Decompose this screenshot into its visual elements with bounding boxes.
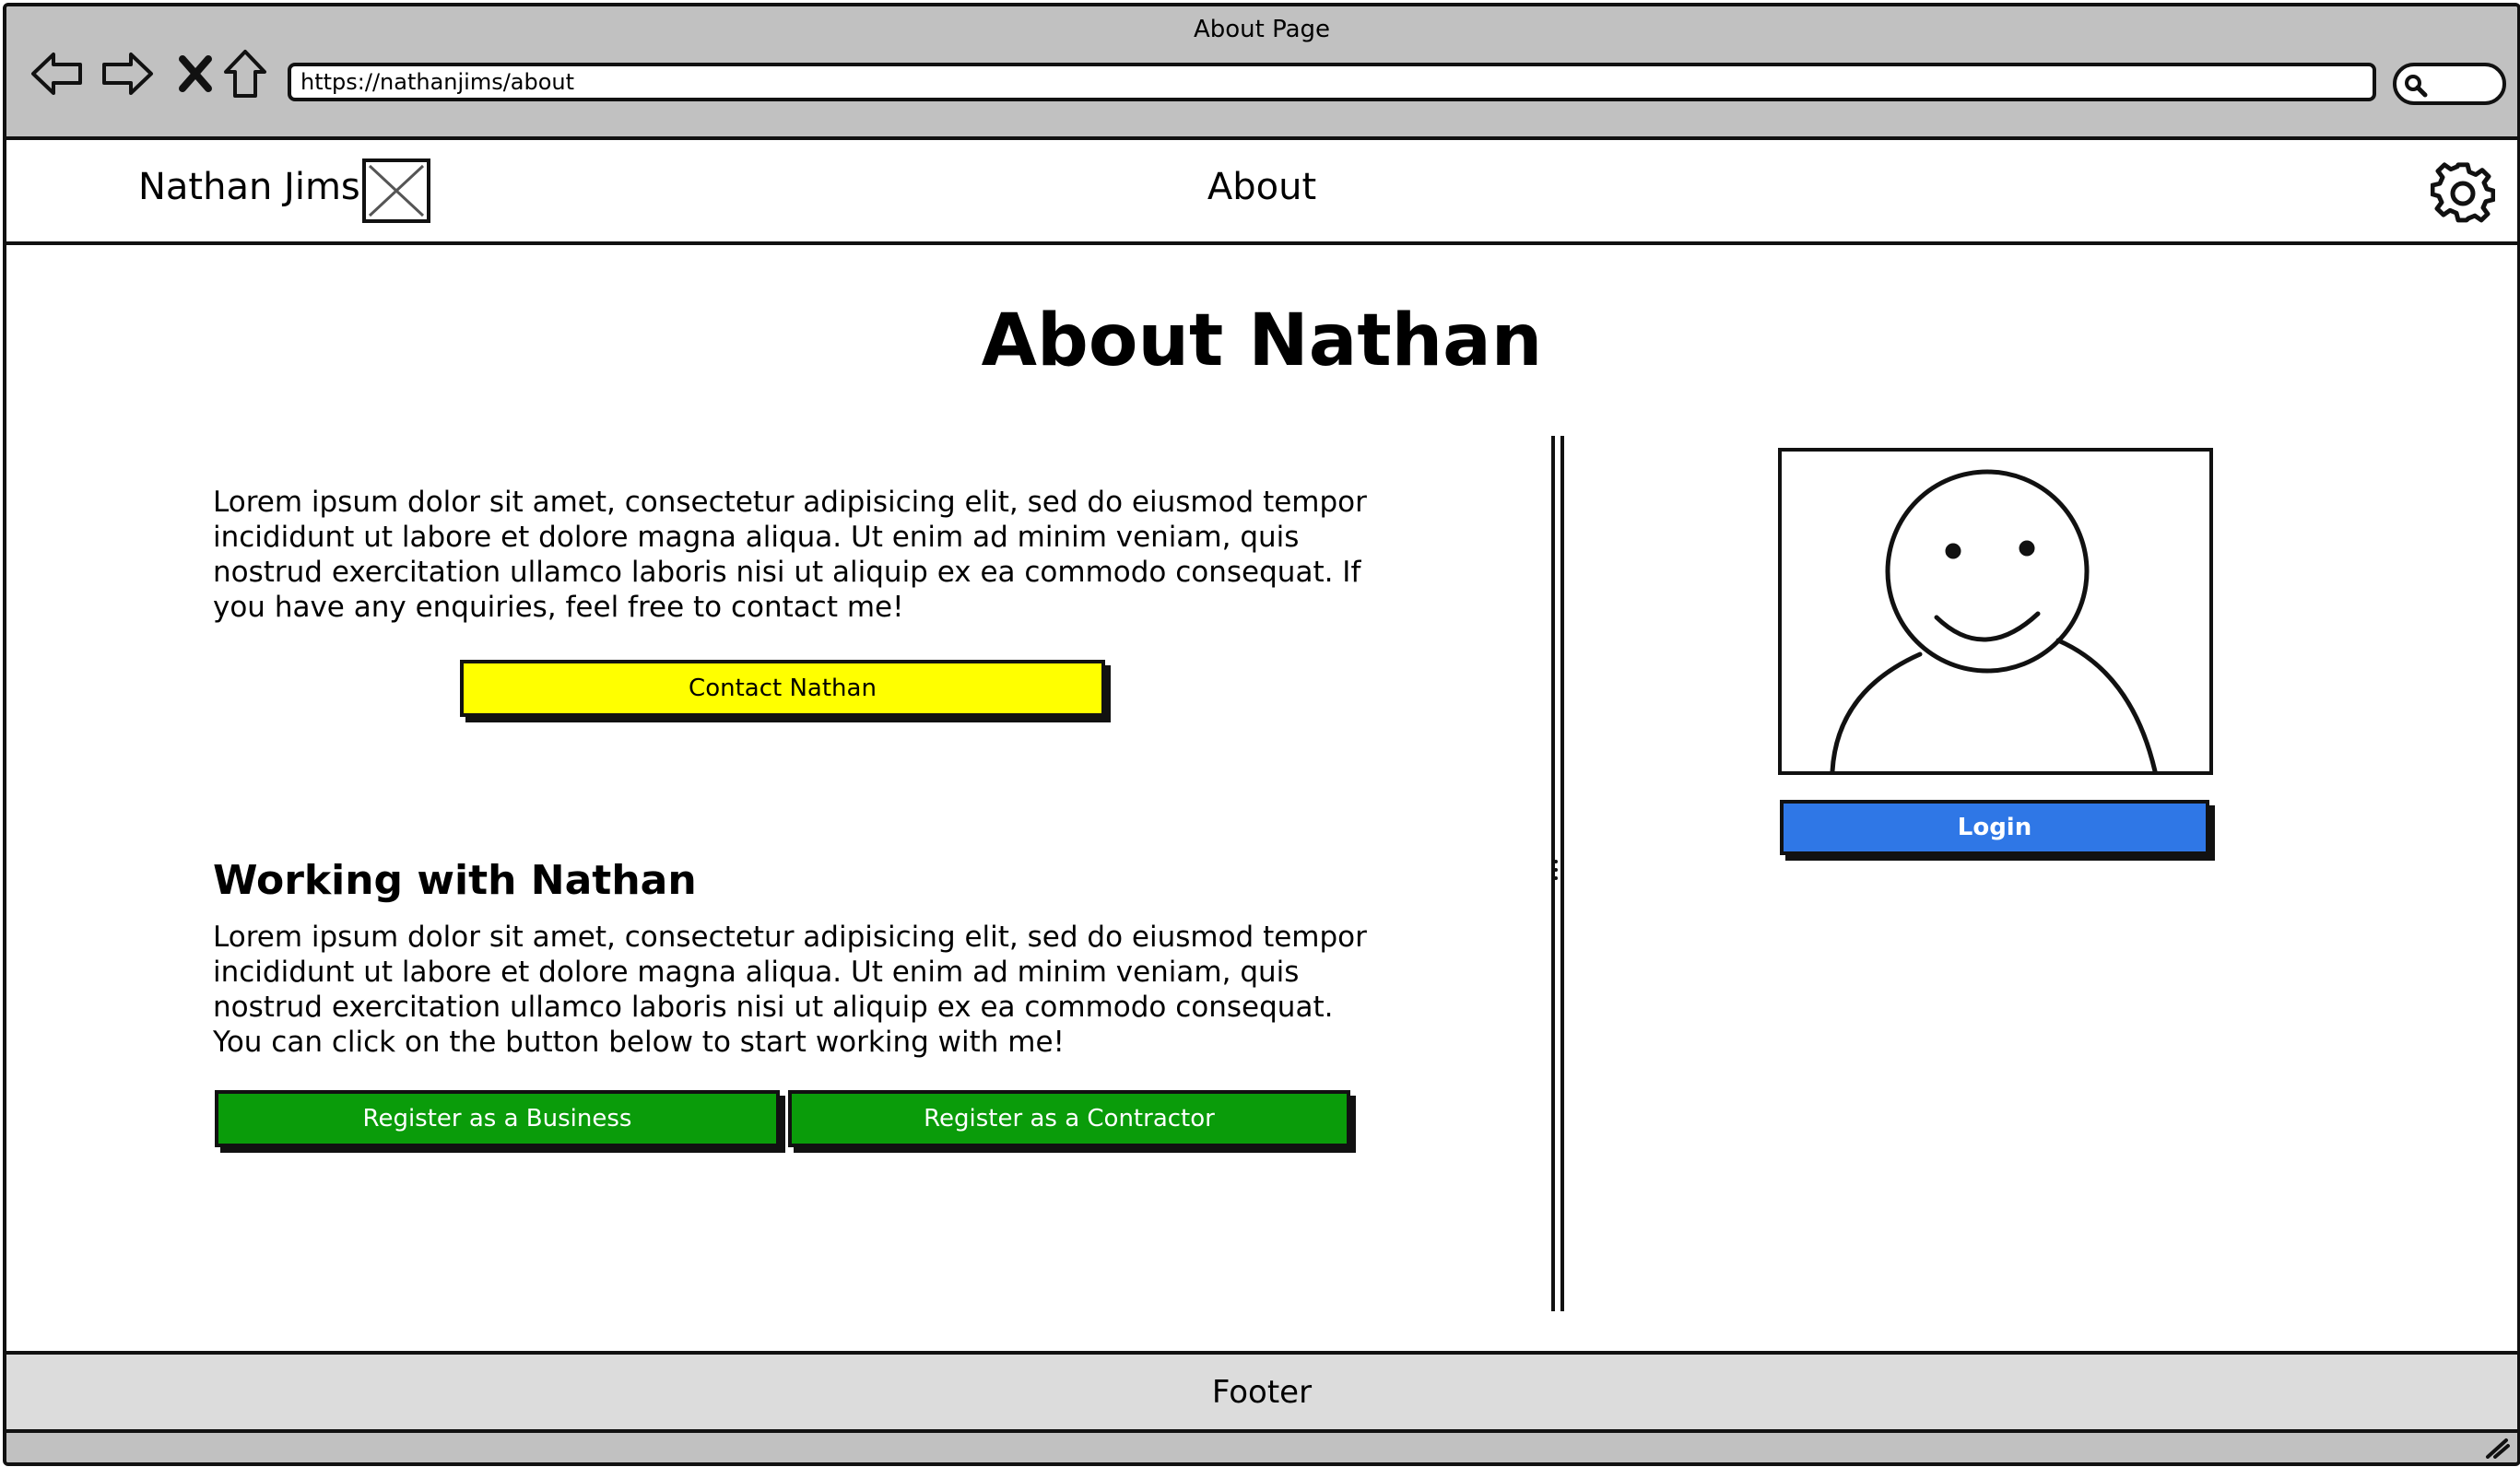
register-contractor-button[interactable]: Register as a Contractor xyxy=(788,1090,1350,1147)
working-paragraph: Lorem ipsum dolor sit amet, consectetur … xyxy=(213,921,1367,1059)
site-header: Nathan Jims About xyxy=(6,140,2517,245)
gear-icon[interactable] xyxy=(2431,161,2495,226)
intro-paragraph: Lorem ipsum dolor sit amet, consectetur … xyxy=(213,486,1367,624)
forward-arrow-icon[interactable] xyxy=(97,43,158,104)
splitter-grip-icon[interactable] xyxy=(1554,860,1558,885)
browser-search-field[interactable] xyxy=(2393,63,2506,105)
login-button[interactable]: Login xyxy=(1780,800,2209,855)
register-business-button[interactable]: Register as a Business xyxy=(215,1090,780,1147)
footer: Footer xyxy=(6,1351,2517,1433)
url-bar[interactable]: https://nathanjims/about xyxy=(288,63,2376,101)
browser-chrome: About Page https://nathanjims/about xyxy=(6,6,2517,140)
status-bar xyxy=(6,1433,2517,1462)
person-avatar-icon xyxy=(1778,448,2213,775)
footer-label: Footer xyxy=(1211,1373,1313,1411)
working-heading: Working with Nathan xyxy=(213,857,697,904)
page-title: About Nathan xyxy=(981,299,1543,382)
contact-button[interactable]: Contact Nathan xyxy=(460,660,1105,717)
search-icon xyxy=(2405,75,2428,98)
window-title: About Page xyxy=(1193,16,1331,43)
page-nav-title: About xyxy=(1207,166,1317,208)
resize-grip-icon[interactable] xyxy=(2484,1437,2510,1459)
browser-window: About Page https://nathanjims/about Nath… xyxy=(3,3,2520,1466)
back-arrow-icon[interactable] xyxy=(27,43,88,104)
vertical-splitter[interactable] xyxy=(1551,436,1564,1311)
home-icon[interactable] xyxy=(215,43,276,104)
